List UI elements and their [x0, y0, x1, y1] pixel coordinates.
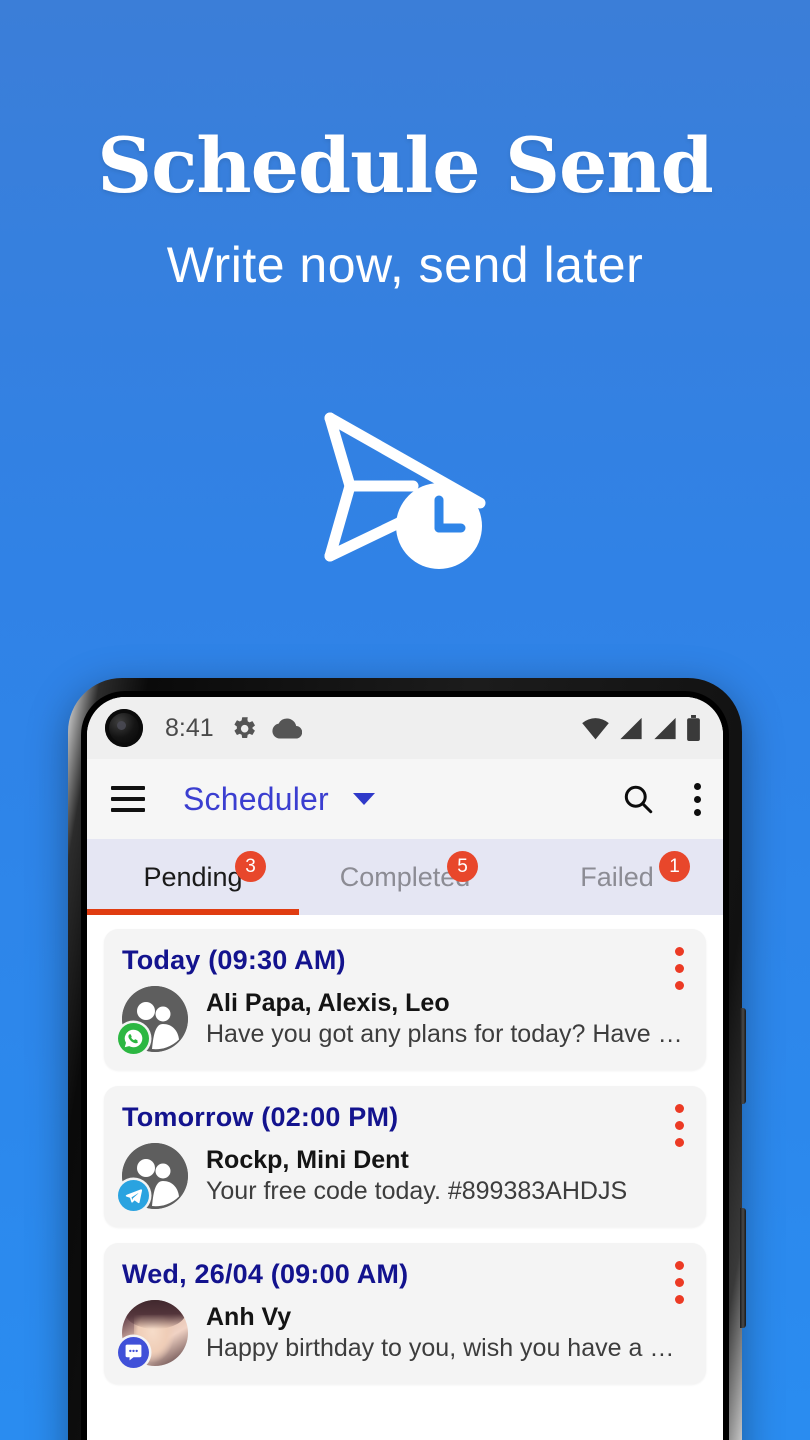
tab-failed[interactable]: Failed 1 [511, 839, 723, 915]
gear-icon [234, 716, 255, 738]
list-item[interactable]: Today (09:30 AM) Ali Papa, Alexis, Leo H… [104, 929, 706, 1070]
schedule-time: Tomorrow (02:00 PM) [122, 1102, 399, 1132]
battery-icon [687, 714, 700, 741]
sms-message-icon [118, 1337, 149, 1368]
front-camera-icon [105, 709, 143, 747]
list-item-text: Anh Vy Happy birthday to you, wish you h… [206, 1303, 688, 1363]
telegram-icon [118, 1180, 149, 1211]
whatsapp-icon [118, 1023, 149, 1054]
list-item-body: Ali Papa, Alexis, Leo Have you got any p… [118, 986, 688, 1054]
tab-label: Failed [580, 861, 654, 892]
tab-completed[interactable]: Completed 5 [299, 839, 511, 915]
paper-plane-clock-icon [324, 412, 486, 569]
app-bar-actions [620, 781, 701, 817]
page-title: Schedule Send [97, 121, 713, 210]
status-left-icons [231, 715, 302, 742]
avatar [118, 1300, 188, 1368]
status-badge: 3 [235, 851, 266, 882]
status-time: 8:41 [165, 713, 214, 742]
schedule-time: Today (09:30 AM) [122, 945, 346, 975]
tab-pending[interactable]: Pending 3 [87, 839, 299, 915]
status-right-icons [581, 714, 701, 742]
message-preview: Have you got any plans for today? Have a… [206, 1020, 688, 1048]
list-item-text: Ali Papa, Alexis, Leo Have you got any p… [206, 989, 688, 1049]
contact-names: Anh Vy [206, 1303, 292, 1331]
search-icon[interactable] [620, 781, 656, 817]
cloud-icon [272, 717, 302, 739]
schedule-time: Wed, 26/04 (09:00 AM) [122, 1259, 409, 1289]
status-badge: 5 [447, 851, 478, 882]
phone-mockup: 8:41 Scheduler Pending 3 Completed 5 Fai… [68, 678, 746, 1440]
hamburger-menu-icon[interactable] [111, 786, 145, 812]
tab-label: Pending [143, 861, 243, 892]
list-item-text: Rockp, Mini Dent Your free code today. #… [206, 1146, 688, 1206]
sms-glyph [125, 1344, 142, 1361]
contact-names: Rockp, Mini Dent [206, 1146, 409, 1174]
app-logo [0, 398, 810, 576]
wifi-icon [582, 717, 609, 739]
more-vert-icon[interactable] [675, 1261, 684, 1304]
avatar [118, 1143, 188, 1211]
power-button[interactable] [740, 1008, 746, 1104]
more-vert-icon[interactable] [675, 1104, 684, 1147]
signal-icon [620, 717, 642, 739]
signal-icon [654, 717, 676, 739]
app-bar: Scheduler [87, 759, 723, 839]
whatsapp-glyph [124, 1029, 143, 1048]
list-item-body: Rockp, Mini Dent Your free code today. #… [118, 1143, 688, 1211]
telegram-glyph [125, 1189, 143, 1204]
message-preview: Happy birthday to you, wish you have a b… [206, 1334, 688, 1362]
more-vert-icon[interactable] [675, 947, 684, 990]
hero-section: Schedule Send Write now, send later [0, 0, 810, 294]
more-vert-icon[interactable] [694, 782, 701, 816]
phone-bezel: 8:41 Scheduler Pending 3 Completed 5 Fai… [81, 691, 729, 1440]
tab-bar: Pending 3 Completed 5 Failed 1 [87, 839, 723, 915]
active-tab-indicator [87, 909, 299, 915]
scheduled-message-list: Today (09:30 AM) Ali Papa, Alexis, Leo H… [87, 915, 723, 1384]
chevron-down-icon[interactable] [352, 793, 375, 805]
volume-button[interactable] [740, 1208, 746, 1328]
phone-screen: 8:41 Scheduler Pending 3 Completed 5 Fai… [87, 697, 723, 1440]
message-preview: Your free code today. #899383AHDJS [206, 1177, 628, 1205]
page-subtitle: Write now, send later [166, 237, 644, 293]
avatar [118, 986, 188, 1054]
contact-names: Ali Papa, Alexis, Leo [206, 989, 450, 1017]
app-bar-title: Scheduler [183, 780, 329, 817]
status-bar: 8:41 [87, 697, 723, 759]
list-item-body: Anh Vy Happy birthday to you, wish you h… [118, 1300, 688, 1368]
list-item[interactable]: Tomorrow (02:00 PM) Rockp, Mini Dent You… [104, 1086, 706, 1227]
list-item[interactable]: Wed, 26/04 (09:00 AM) Anh Vy Happy birth… [104, 1243, 706, 1384]
status-badge: 1 [659, 851, 690, 882]
